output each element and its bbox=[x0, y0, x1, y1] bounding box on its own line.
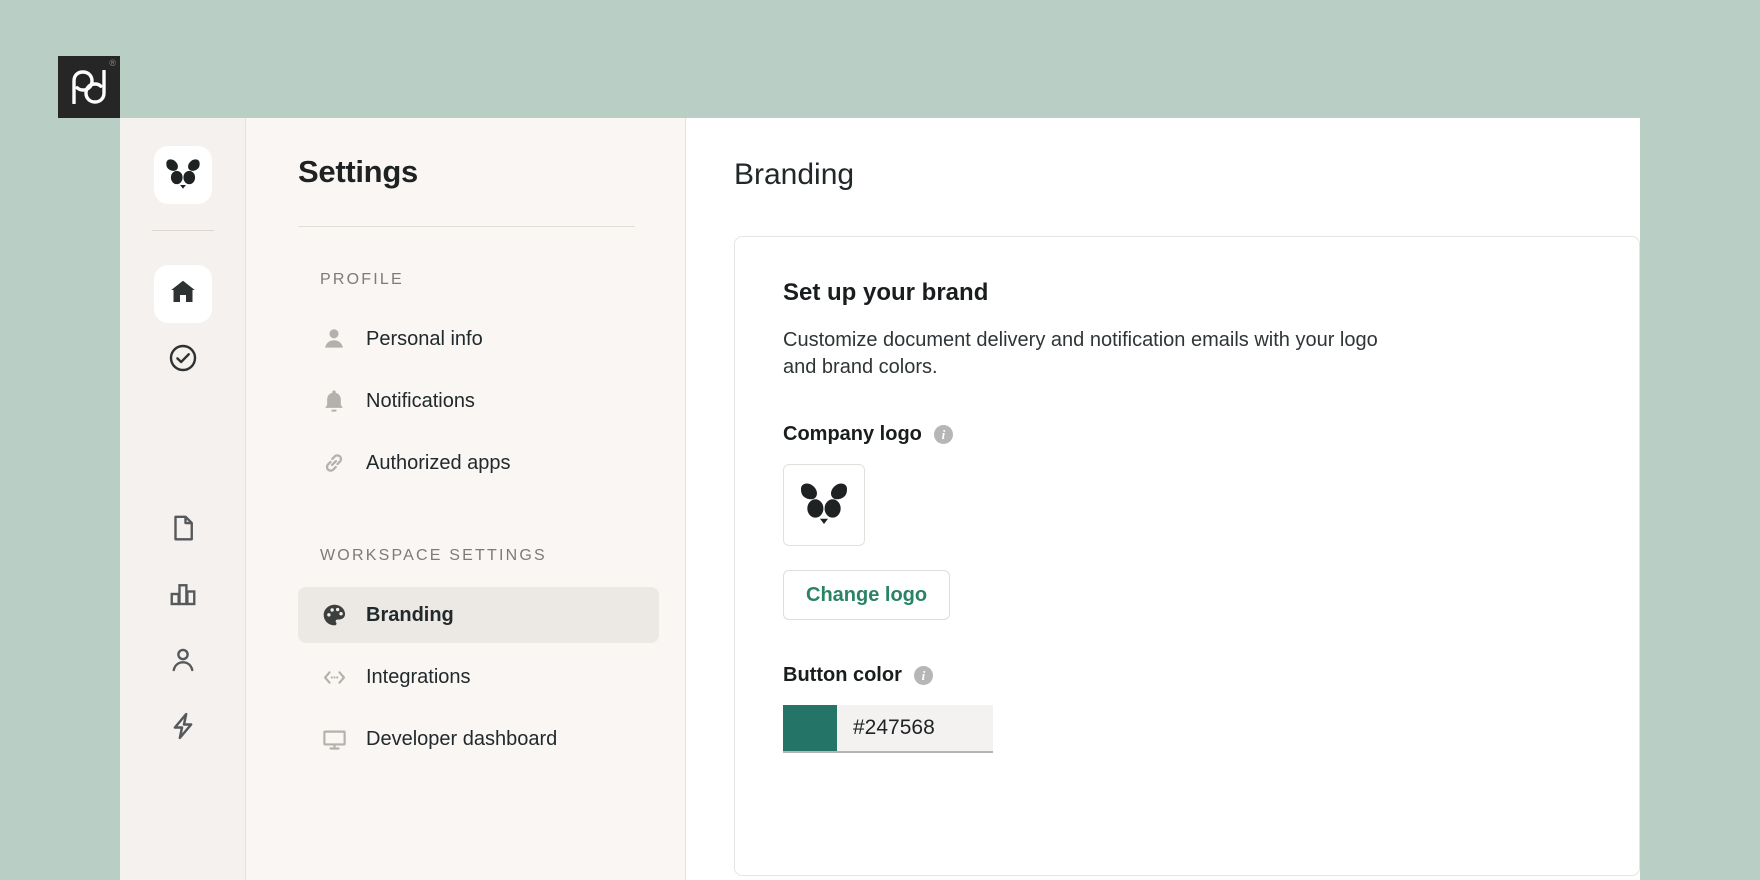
bar-chart-icon bbox=[168, 579, 198, 614]
nav-item-label: Branding bbox=[366, 604, 454, 627]
button-color-field[interactable]: #247568 bbox=[783, 705, 993, 753]
rail-item-automations[interactable] bbox=[154, 699, 212, 757]
nav-item-branding[interactable]: Branding bbox=[298, 587, 659, 643]
person-icon bbox=[320, 325, 348, 353]
panda-avatar-icon bbox=[163, 158, 203, 192]
settings-title: Settings bbox=[298, 154, 659, 190]
lightning-icon bbox=[168, 711, 198, 746]
page-title: Branding bbox=[734, 158, 1640, 192]
monitor-icon bbox=[320, 725, 348, 753]
palette-icon bbox=[320, 601, 348, 629]
nav-divider bbox=[298, 226, 635, 227]
nav-item-label: Personal info bbox=[366, 328, 483, 351]
rail-divider bbox=[152, 230, 214, 231]
person-icon bbox=[168, 645, 198, 680]
info-icon[interactable]: i bbox=[934, 425, 953, 444]
home-icon bbox=[168, 277, 198, 312]
rail-item-tasks[interactable] bbox=[154, 331, 212, 389]
branding-card: Set up your brand Customize document del… bbox=[734, 236, 1640, 876]
card-description: Customize document delivery and notifica… bbox=[783, 327, 1383, 381]
rail-item-contacts[interactable] bbox=[154, 633, 212, 691]
nav-item-integrations[interactable]: Integrations bbox=[298, 649, 659, 705]
color-hex-input[interactable]: #247568 bbox=[837, 705, 993, 751]
check-circle-icon bbox=[167, 342, 199, 379]
color-swatch[interactable] bbox=[783, 705, 837, 751]
document-icon bbox=[168, 513, 198, 548]
nav-item-developer-dashboard[interactable]: Developer dashboard bbox=[298, 711, 659, 767]
registered-trademark-symbol: ® bbox=[109, 59, 116, 68]
rail-item-home[interactable] bbox=[154, 265, 212, 323]
change-logo-button[interactable]: Change logo bbox=[783, 570, 950, 620]
button-color-label: Button color i bbox=[783, 664, 1591, 687]
nav-list-workspace: Branding Integrations bbox=[298, 587, 659, 767]
nav-item-label: Authorized apps bbox=[366, 452, 511, 475]
icon-rail bbox=[120, 118, 246, 880]
info-icon[interactable]: i bbox=[914, 666, 933, 685]
main-panel: Branding Set up your brand Customize doc… bbox=[686, 118, 1640, 880]
bell-icon bbox=[320, 387, 348, 415]
panda-logo-icon bbox=[796, 482, 852, 528]
company-logo-label-text: Company logo bbox=[783, 423, 922, 446]
nav-item-label: Developer dashboard bbox=[366, 728, 557, 751]
app-window: Settings PROFILE Personal info bbox=[120, 118, 1640, 880]
nav-item-personal-info[interactable]: Personal info bbox=[298, 311, 659, 367]
card-title: Set up your brand bbox=[783, 279, 1591, 307]
rail-item-documents[interactable] bbox=[154, 501, 212, 559]
nav-item-label: Notifications bbox=[366, 390, 475, 413]
nav-item-label: Integrations bbox=[366, 666, 471, 689]
rail-item-reports[interactable] bbox=[154, 567, 212, 625]
nav-list-profile: Personal info Notifications bbox=[298, 311, 659, 491]
code-brackets-icon bbox=[320, 663, 348, 691]
settings-nav: Settings PROFILE Personal info bbox=[246, 118, 686, 880]
nav-item-authorized-apps[interactable]: Authorized apps bbox=[298, 435, 659, 491]
pd-logo-icon bbox=[69, 70, 109, 104]
company-logo-preview[interactable] bbox=[783, 464, 865, 546]
rail-avatar[interactable] bbox=[154, 146, 212, 204]
nav-section-profile-label: PROFILE bbox=[298, 271, 659, 289]
button-color-label-text: Button color bbox=[783, 664, 902, 687]
company-logo-label: Company logo i bbox=[783, 423, 1591, 446]
nav-item-notifications[interactable]: Notifications bbox=[298, 373, 659, 429]
nav-section-workspace-label: WORKSPACE SETTINGS bbox=[298, 547, 659, 565]
pandadoc-logo: ® bbox=[58, 56, 120, 118]
link-icon bbox=[320, 449, 348, 477]
